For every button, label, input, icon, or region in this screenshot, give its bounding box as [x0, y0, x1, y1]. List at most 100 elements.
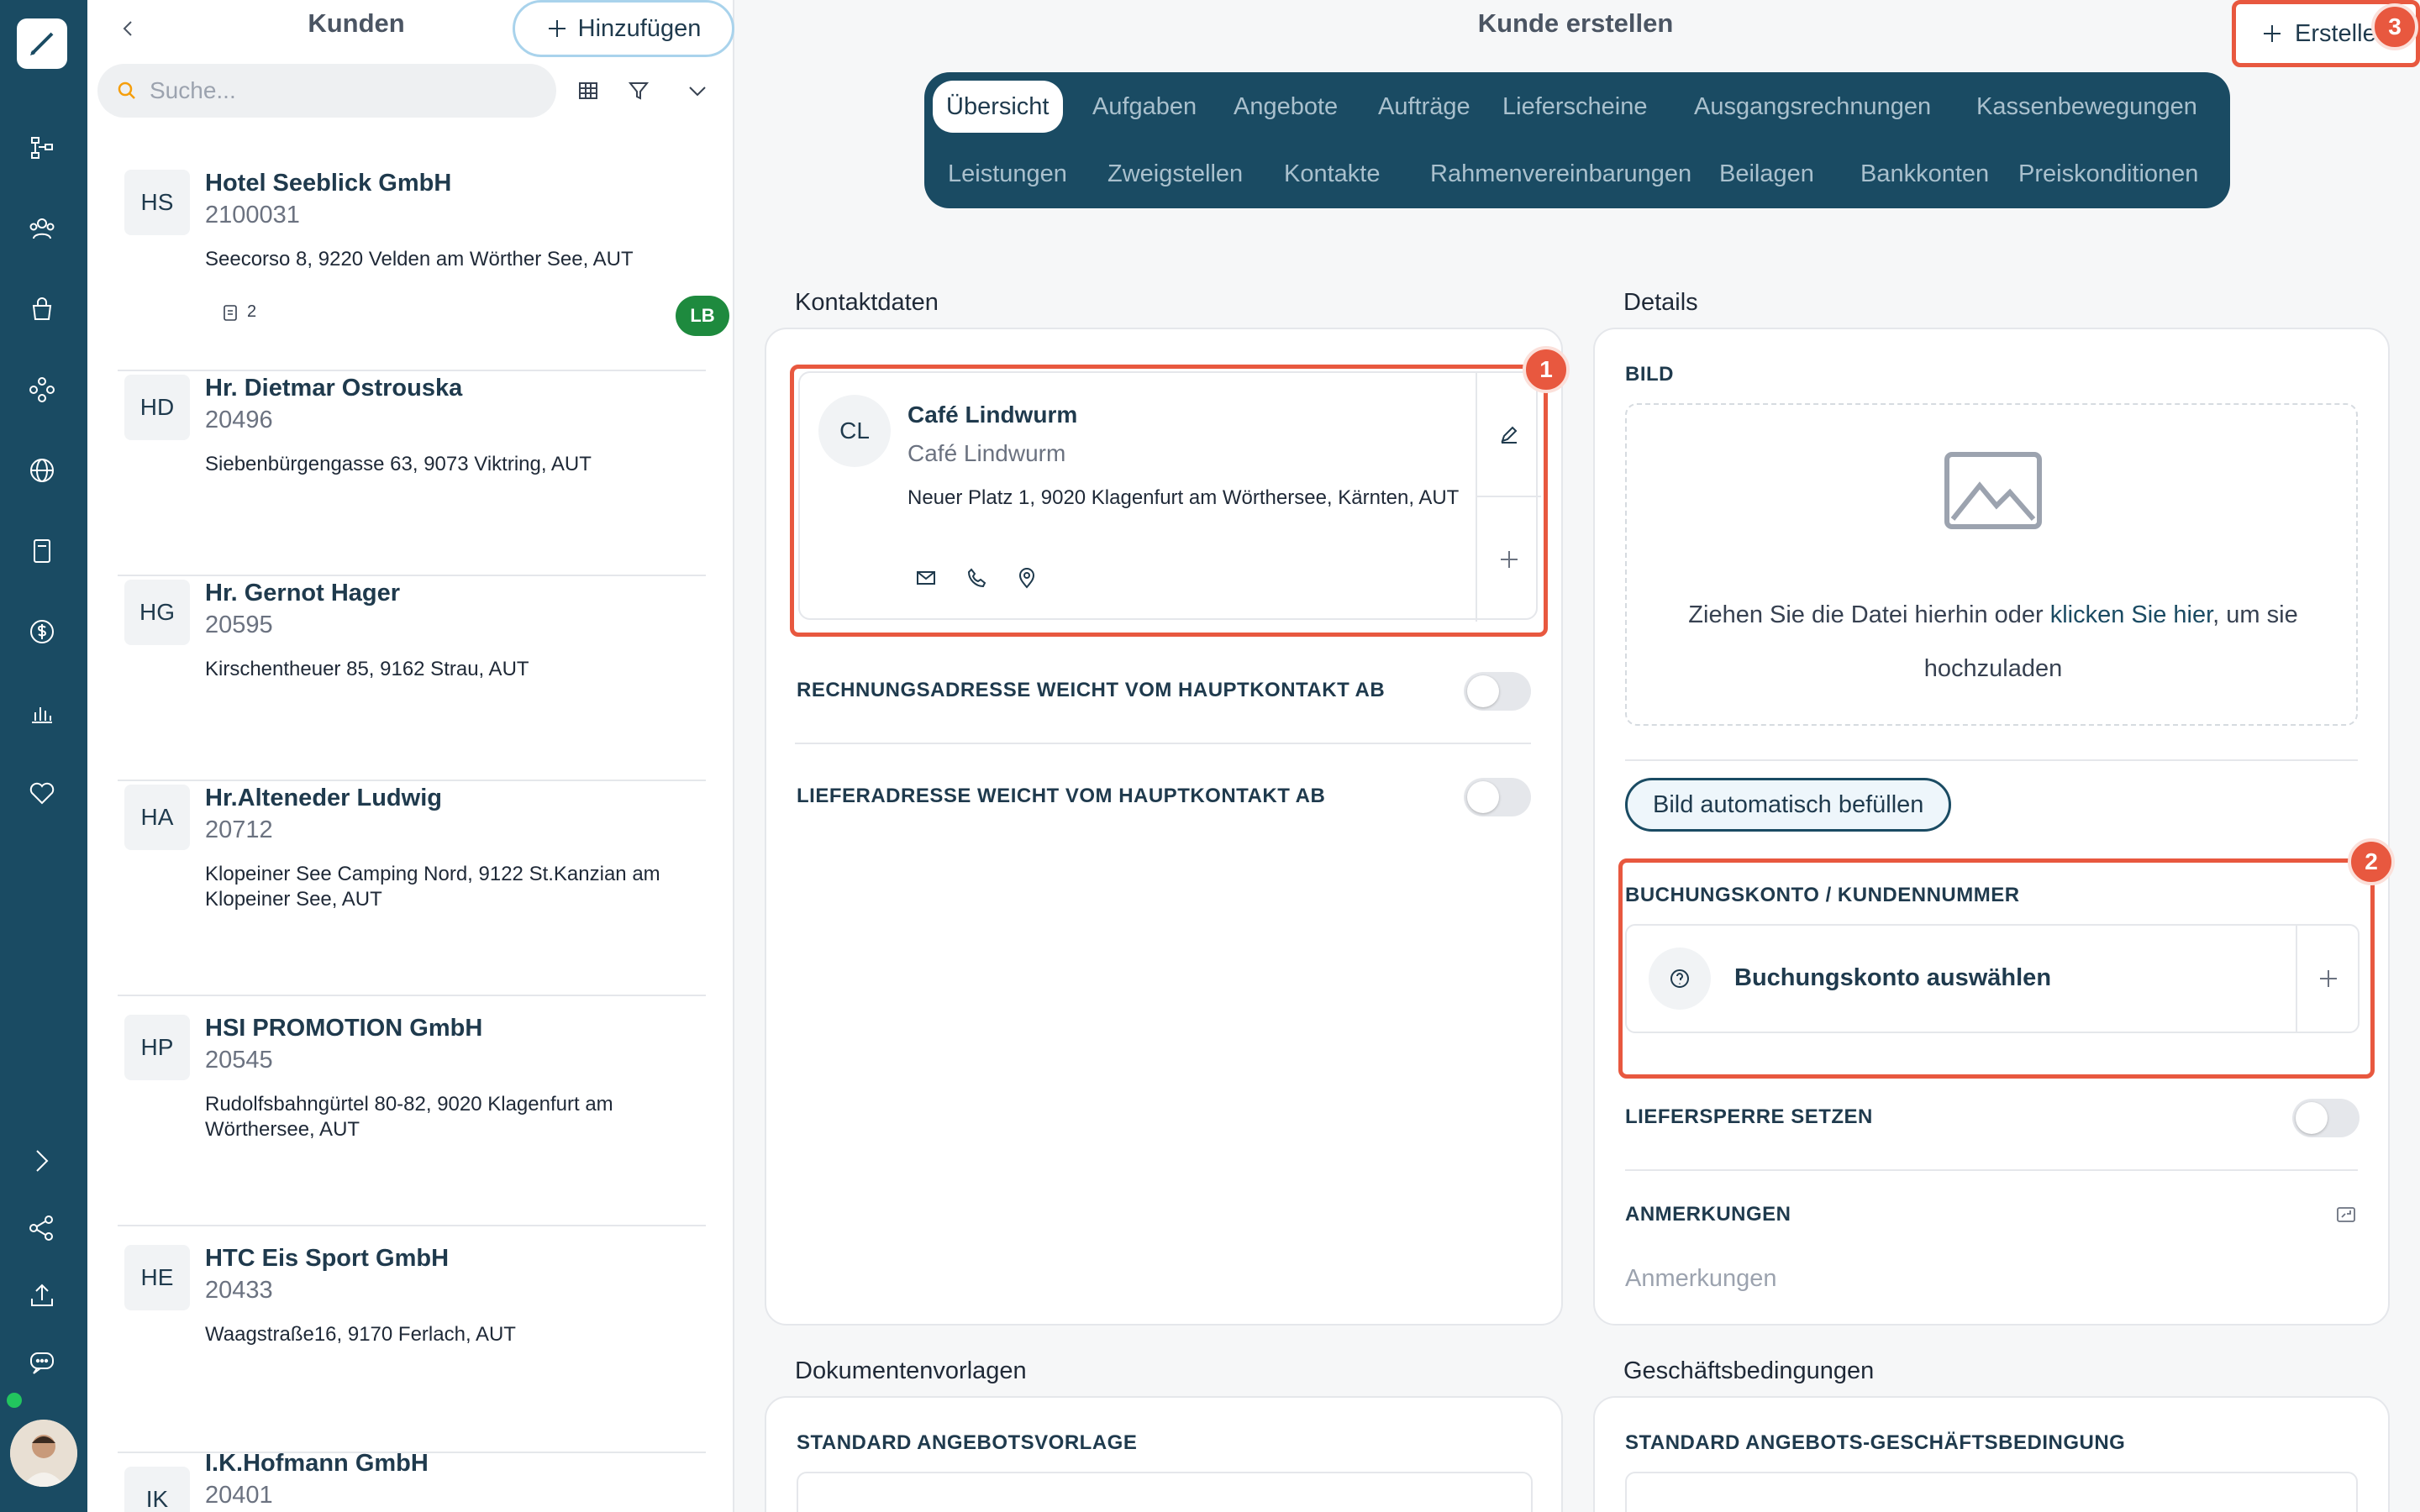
customer-avatar: HS	[124, 170, 190, 235]
upload-link[interactable]: klicken Sie hier	[2050, 601, 2212, 628]
customer-address: Seecorso 8, 9220 Velden am Wörther See, …	[205, 248, 634, 270]
create-button-label: Erstelle	[2295, 19, 2376, 47]
tab-auftraege[interactable]: Aufträge	[1365, 81, 1484, 133]
details-section-title: Details	[1623, 289, 1698, 316]
customer-number: 2100031	[205, 202, 300, 228]
quote-terms-label: STANDARD ANGEBOTS-GESCHÄFTSBEDINGUNG	[1625, 1431, 2126, 1454]
list-item[interactable]: HG Hr. Gernot Hager 20595 Kirschentheuer…	[118, 580, 706, 781]
customer-number: 20401	[205, 1482, 273, 1509]
quote-template-select[interactable]	[797, 1472, 1533, 1512]
customer-name: Hotel Seeblick GmbH	[205, 170, 452, 197]
dropzone-text: Ziehen Sie die Datei hierhin oder	[1688, 601, 2050, 628]
dropzone-text-line2: hochzuladen	[1923, 655, 2063, 682]
expand-icon[interactable]	[2334, 1203, 2358, 1226]
upload-icon[interactable]	[18, 1272, 66, 1319]
list-item[interactable]: HS Hotel Seeblick GmbH 2100031 Seecorso …	[118, 170, 729, 371]
back-chevron-icon[interactable]	[111, 12, 145, 45]
tab-angebote[interactable]: Angebote	[1220, 81, 1351, 133]
add-customer-label: Hinzufügen	[577, 14, 702, 42]
divider	[795, 743, 1531, 744]
plus-icon	[548, 20, 566, 37]
step-marker-2: 2	[2348, 838, 2395, 885]
list-item[interactable]: HP HSI PROMOTION GmbH 20545 Rudolfsbahng…	[118, 1015, 706, 1226]
customer-avatar: IK	[124, 1467, 190, 1512]
nav-rail	[0, 0, 87, 1512]
terms-section-title: Geschäftsbedingungen	[1623, 1357, 1875, 1384]
status-badge: LB	[676, 296, 729, 336]
book-icon[interactable]	[18, 528, 66, 575]
tab-kontakte[interactable]: Kontakte	[1270, 148, 1393, 200]
avatar[interactable]	[10, 1420, 77, 1487]
chart-icon[interactable]	[18, 689, 66, 736]
dropzone-text-end: , um sie	[2212, 601, 2298, 628]
brush-icon[interactable]	[17, 18, 67, 69]
step-marker-1: 1	[1523, 346, 1570, 393]
tab-zweigstellen[interactable]: Zweigstellen	[1094, 148, 1256, 200]
customer-avatar: HE	[124, 1245, 190, 1310]
bag-icon[interactable]	[18, 286, 66, 333]
clipboard-icon	[224, 304, 237, 321]
image-label: BILD	[1625, 363, 1674, 386]
page-title: Kunde erstellen	[1477, 8, 1674, 38]
quote-template-label: STANDARD ANGEBOTSVORLAGE	[797, 1431, 1138, 1454]
list-item[interactable]: HD Hr. Dietmar Ostrouska 20496 Siebenbür…	[118, 375, 706, 576]
customer-address: Siebenbürgengasse 63, 9073 Viktring, AUT	[205, 453, 592, 475]
modules-icon[interactable]	[18, 366, 66, 413]
delivery-address-toggle[interactable]	[1464, 778, 1531, 816]
customer-number: 20712	[205, 816, 273, 843]
tab-ausgangsrechnungen[interactable]: Ausgangsrechnungen	[1681, 81, 1944, 133]
chevron-right-icon[interactable]	[18, 1137, 66, 1184]
customer-address: Klopeiner See Camping Nord, 9122 St.Kanz…	[205, 863, 660, 911]
customer-name: HTC Eis Sport GmbH	[205, 1245, 450, 1272]
tab-lieferscheine[interactable]: Lieferscheine	[1489, 81, 1661, 133]
documents-section-title: Dokumentenvorlagen	[795, 1357, 1027, 1384]
customer-avatar: HP	[124, 1015, 190, 1080]
chat-icon[interactable]	[18, 1339, 66, 1386]
add-customer-button[interactable]: Hinzufügen	[513, 0, 734, 57]
customer-avatar: HA	[124, 785, 190, 850]
globe-icon[interactable]	[18, 447, 66, 494]
tab-rahmenvereinbarungen[interactable]: Rahmenvereinbarungen	[1417, 148, 1705, 200]
tab-kassenbewegungen[interactable]: Kassenbewegungen	[1963, 81, 2211, 133]
filter-icon[interactable]	[622, 74, 655, 108]
table-view-icon[interactable]	[571, 74, 605, 108]
document-count: 2	[222, 302, 256, 322]
search-input[interactable]	[150, 77, 519, 104]
image-dropzone[interactable]: Ziehen Sie die Datei hierhin oder klicke…	[1625, 403, 2358, 726]
notes-field[interactable]: Anmerkungen	[1625, 1265, 1777, 1293]
list-item[interactable]: IK I.K.Hofmann GmbH 20401	[118, 1450, 706, 1512]
billing-address-toggle-label: RECHNUNGSADRESSE WEICHT VOM HAUPTKONTAKT…	[797, 679, 1386, 701]
share-icon[interactable]	[18, 1205, 66, 1252]
step-marker-3: 3	[2371, 3, 2418, 50]
autofill-image-button[interactable]: Bild automatisch befüllen	[1625, 778, 1952, 832]
delivery-block-toggle[interactable]	[2292, 1099, 2360, 1137]
online-status-dot	[7, 1393, 22, 1408]
heart-icon[interactable]	[18, 769, 66, 816]
customer-avatar: HD	[124, 375, 190, 440]
document-count-value: 2	[247, 302, 257, 321]
delivery-address-toggle-label: LIEFERADRESSE WEICHT VOM HAUPTKONTAKT AB	[797, 785, 1326, 807]
customer-name: Hr. Gernot Hager	[205, 580, 401, 606]
tab-beilagen[interactable]: Beilagen	[1706, 148, 1828, 200]
delivery-block-label: LIEFERSPERRE SETZEN	[1625, 1105, 1873, 1128]
customer-number: 20433	[205, 1277, 273, 1304]
chevron-down-icon[interactable]	[681, 74, 714, 108]
tab-bankkonten[interactable]: Bankkonten	[1847, 148, 2002, 200]
hierarchy-icon[interactable]	[18, 124, 66, 171]
quote-terms-select[interactable]	[1625, 1472, 2358, 1512]
divider	[1625, 1169, 2358, 1171]
highlight-box-2	[1618, 858, 2375, 1079]
tab-aufgaben[interactable]: Aufgaben	[1079, 81, 1210, 133]
tab-uebersicht[interactable]: Übersicht	[933, 81, 1063, 133]
search-box	[97, 64, 556, 118]
tab-leistungen[interactable]: Leistungen	[934, 148, 1081, 200]
tab-preiskonditionen[interactable]: Preiskonditionen	[2005, 148, 2212, 200]
list-item[interactable]: HE HTC Eis Sport GmbH 20433 Waagstraße16…	[118, 1245, 706, 1453]
list-item[interactable]: HA Hr.Alteneder Ludwig 20712 Klopeiner S…	[118, 785, 706, 996]
dollar-icon[interactable]	[18, 608, 66, 655]
customer-list-panel: Kunden Hinzufügen HS Hotel Seeblick GmbH…	[87, 0, 734, 1512]
customer-name: Hr.Alteneder Ludwig	[205, 785, 442, 811]
users-icon[interactable]	[18, 205, 66, 252]
billing-address-toggle[interactable]	[1464, 672, 1531, 711]
tab-bar: Übersicht Aufgaben Angebote Aufträge Lie…	[924, 72, 2230, 208]
